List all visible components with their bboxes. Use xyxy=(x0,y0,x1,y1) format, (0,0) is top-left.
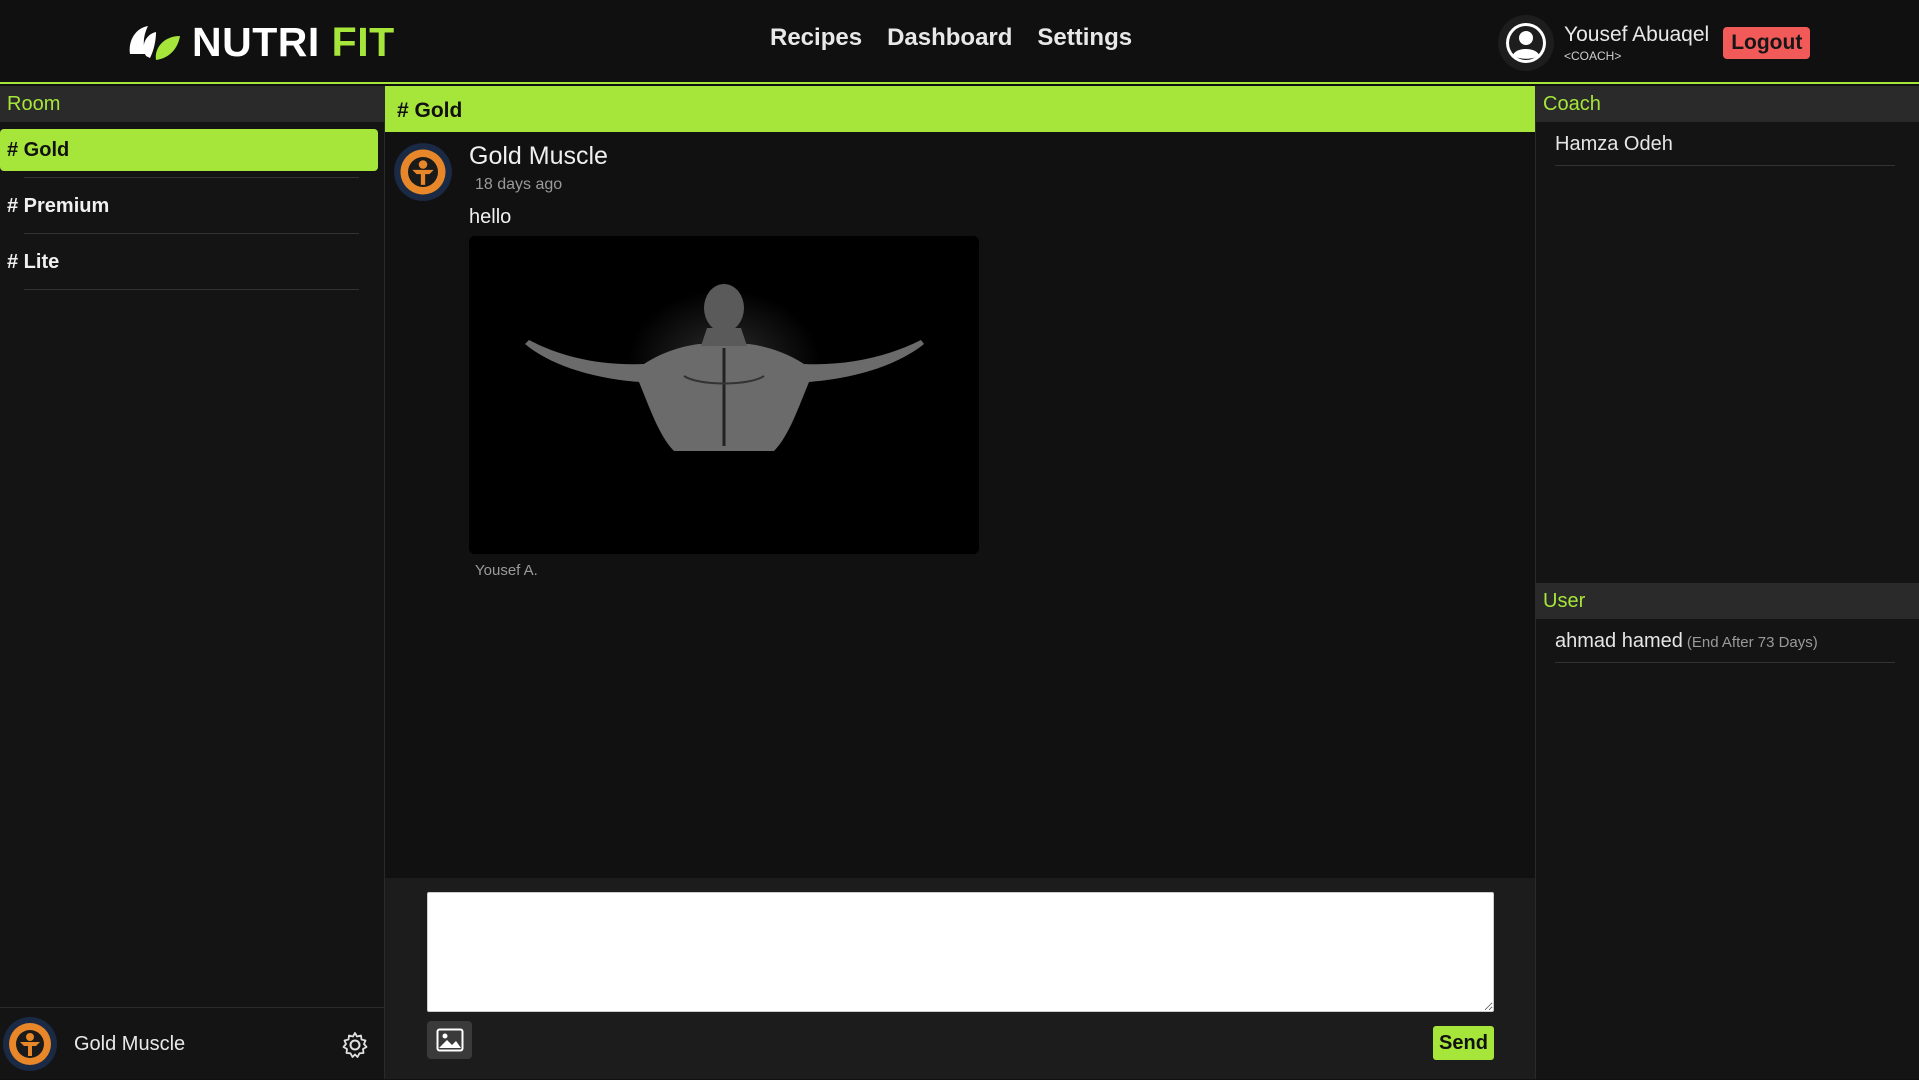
fitness-badge-icon xyxy=(3,1017,57,1071)
room-divider xyxy=(24,233,359,234)
room-item-lite[interactable]: # Lite xyxy=(0,241,378,283)
message-composer: Send xyxy=(385,878,1535,1079)
brand-part-2: FIT xyxy=(331,18,395,65)
room-divider xyxy=(24,177,359,178)
message-text: hello xyxy=(469,206,512,228)
user-avatar[interactable] xyxy=(1498,15,1554,71)
brand-part-1: NUTRI xyxy=(192,18,320,65)
profile-name: Gold Muscle xyxy=(74,1032,186,1055)
coach-name: Hamza Odeh xyxy=(1555,133,1673,155)
room-divider xyxy=(24,289,359,290)
brand-name: NUTRI FIT xyxy=(192,19,395,66)
coach-item[interactable]: Hamza Odeh xyxy=(1555,122,1895,166)
user-role: <COACH> xyxy=(1564,49,1622,63)
brand-logo[interactable]: NUTRI FIT xyxy=(126,19,395,66)
athlete-back-image xyxy=(469,236,979,554)
user-avatar-icon xyxy=(1506,23,1546,63)
top-bar: NUTRI FIT Recipes Dashboard Settings You… xyxy=(0,0,1919,84)
send-button[interactable]: Send xyxy=(1433,1026,1494,1060)
user-name: Yousef Abuaqel xyxy=(1564,23,1710,46)
leaf-logo-icon xyxy=(129,26,180,60)
image-icon xyxy=(436,1028,463,1052)
current-profile: Gold Muscle xyxy=(0,1007,384,1080)
member-name: ahmad hamed xyxy=(1555,630,1683,652)
message-input[interactable] xyxy=(427,892,1494,1012)
image-caption: Yousef A. xyxy=(475,562,538,579)
fitness-badge-icon xyxy=(394,143,452,201)
user-area: Yousef Abuaqel <COACH> Logout xyxy=(1498,14,1811,72)
nav-settings[interactable]: Settings xyxy=(1037,24,1132,52)
main-nav: Recipes Dashboard Settings xyxy=(770,24,1132,52)
user-item[interactable]: ahmad hamed (End After 73 Days) xyxy=(1555,619,1895,663)
members-sidebar: Coach Hamza Odeh User ahmad hamed (End Af… xyxy=(1535,86,1919,1079)
image-upload-button[interactable] xyxy=(427,1021,472,1059)
rooms-sidebar: Room # Gold # Premium # Lite Gold Muscle xyxy=(0,86,385,1079)
nav-recipes[interactable]: Recipes xyxy=(770,24,862,52)
member-subscription-note: (End After 73 Days) xyxy=(1686,634,1818,651)
room-item-premium[interactable]: # Premium xyxy=(0,185,378,227)
user-name-block: Yousef Abuaqel <COACH> xyxy=(1564,23,1709,63)
message-time: 18 days ago xyxy=(475,176,563,193)
message-image[interactable] xyxy=(469,236,979,554)
rooms-title: Room xyxy=(0,86,384,122)
gear-icon[interactable] xyxy=(340,1030,370,1060)
room-item-gold[interactable]: # Gold xyxy=(0,129,378,171)
channel-title: # Gold xyxy=(385,86,1535,132)
message-author: Gold Muscle xyxy=(469,142,608,170)
user-section-title: User xyxy=(1536,583,1919,619)
coach-section-title: Coach xyxy=(1536,86,1919,122)
nav-dashboard[interactable]: Dashboard xyxy=(887,24,1012,52)
logout-button[interactable]: Logout xyxy=(1723,27,1811,59)
chat-area: # Gold Gold Muscle 18 days ago hello You… xyxy=(385,86,1535,1079)
